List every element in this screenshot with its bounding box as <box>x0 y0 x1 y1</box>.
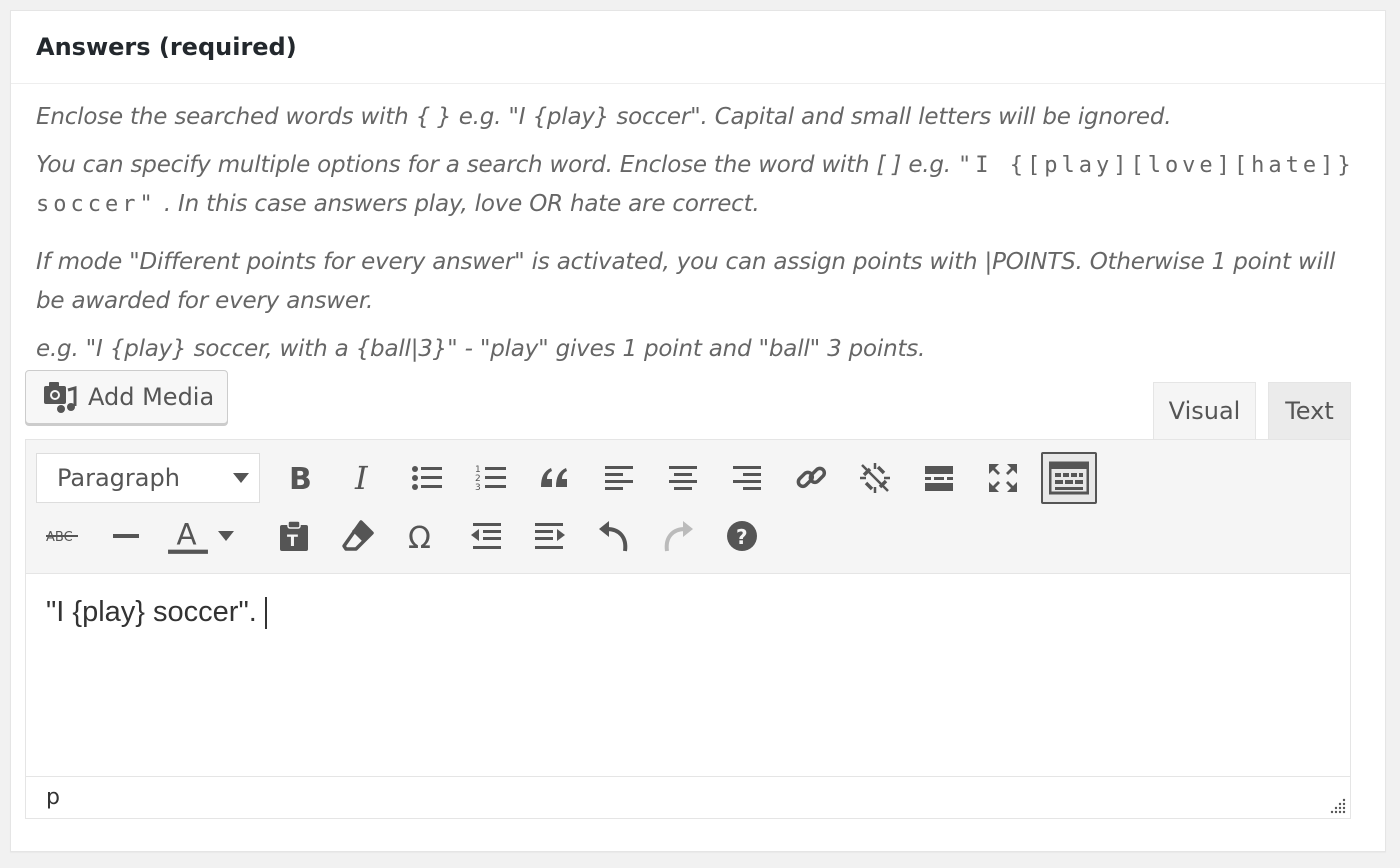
blockquote-icon <box>541 468 567 487</box>
postbox-header: Answers (required) <box>11 11 1385 84</box>
read-more-icon <box>925 466 953 491</box>
bullet-list-button[interactable] <box>401 452 453 504</box>
horizontal-line-button[interactable] <box>100 510 152 562</box>
description-line-2-post: . In this case answers play, love OR hat… <box>156 191 760 217</box>
svg-text:?: ? <box>736 525 748 549</box>
clear-formatting-button[interactable] <box>332 510 384 562</box>
undo-button[interactable] <box>588 510 640 562</box>
undo-icon <box>599 521 628 552</box>
text-cursor <box>264 597 267 630</box>
fullscreen-button[interactable] <box>977 452 1029 504</box>
help-button[interactable]: ? <box>716 510 768 562</box>
editor-toolbar: Paragraph B I 1 2 3 ABC A T Ω ? <box>26 440 1350 574</box>
redo-icon <box>664 521 693 552</box>
special-character-icon: Ω <box>408 521 431 553</box>
editor-tools: Add Media Visual Text <box>25 370 1351 440</box>
read-more-button[interactable] <box>913 452 965 504</box>
clear-formatting-icon <box>342 520 374 551</box>
italic-icon: I <box>354 461 369 495</box>
align-center-button[interactable] <box>657 452 709 504</box>
text-color-icon: A <box>168 517 208 554</box>
element-path[interactable]: p <box>46 785 60 810</box>
description-line-3: If mode "Different points for every answ… <box>36 249 1336 314</box>
svg-text:B: B <box>289 462 312 495</box>
editor-content-area[interactable]: "I {play} soccer". <box>26 574 1350 775</box>
description-line-1: Enclose the searched words with { } e.g.… <box>36 104 1172 130</box>
text-color-button[interactable]: A <box>164 510 212 562</box>
svg-text:3: 3 <box>475 483 481 493</box>
bold-icon: B <box>289 462 312 495</box>
outdent-icon <box>471 523 501 549</box>
tab-visual[interactable]: Visual <box>1153 382 1256 440</box>
description-line-2: You can specify multiple options for a s… <box>36 146 1360 224</box>
align-center-icon <box>669 466 697 490</box>
add-media-icon <box>44 382 77 413</box>
special-character-button[interactable]: Ω <box>396 510 448 562</box>
toolbar-toggle-button[interactable] <box>1041 452 1097 504</box>
insert-link-button[interactable] <box>785 452 837 504</box>
postbox-inside: Enclose the searched words with { } e.g.… <box>11 98 1385 369</box>
svg-text:ABC: ABC <box>46 530 73 545</box>
chevron-down-icon <box>233 473 249 483</box>
svg-text:Ω: Ω <box>408 521 431 553</box>
editor-container: Paragraph B I 1 2 3 ABC A T Ω ? "I {play… <box>25 439 1351 819</box>
redo-button[interactable] <box>652 510 704 562</box>
tab-text[interactable]: Text <box>1268 382 1351 440</box>
editor-statusbar: p <box>26 776 1350 818</box>
resize-handle-icon[interactable] <box>1328 796 1346 814</box>
numbered-list-icon: 1 2 3 <box>475 465 506 493</box>
link-icon <box>796 466 827 489</box>
bullet-list-icon <box>412 466 442 490</box>
svg-text:I: I <box>354 461 369 495</box>
toolbar-row-2: ABC A T Ω ? <box>36 510 780 562</box>
strikethrough-icon: ABC <box>46 530 78 545</box>
align-left-icon <box>605 466 633 490</box>
blockquote-button[interactable] <box>529 452 581 504</box>
help-icon: ? <box>727 521 757 551</box>
paste-text-icon: T <box>280 520 308 551</box>
align-left-button[interactable] <box>593 452 645 504</box>
postbox-title: Answers (required) <box>36 33 297 61</box>
align-right-icon <box>733 466 761 490</box>
remove-link-button[interactable] <box>849 452 901 504</box>
indent-icon <box>535 523 565 549</box>
italic-button[interactable]: I <box>337 452 389 504</box>
toolbar-row-1: Paragraph B I 1 2 3 <box>36 452 1109 504</box>
format-select[interactable]: Paragraph <box>36 453 260 503</box>
outdent-button[interactable] <box>460 510 512 562</box>
numbered-list-button[interactable]: 1 2 3 <box>465 452 517 504</box>
description-line-4: e.g. "I {play} soccer, with a {ball|3}" … <box>36 336 926 362</box>
unlink-icon <box>860 463 890 493</box>
editor-content-text: "I {play} soccer". <box>46 596 257 628</box>
horizontal-line-icon <box>113 534 139 538</box>
bold-button[interactable]: B <box>273 452 325 504</box>
svg-text:A: A <box>176 517 196 551</box>
text-color-dropdown[interactable] <box>212 510 240 562</box>
format-select-value: Paragraph <box>57 464 180 492</box>
indent-button[interactable] <box>524 510 576 562</box>
description-line-2-pre: You can specify multiple options for a s… <box>36 152 958 178</box>
strikethrough-button[interactable]: ABC <box>36 510 88 562</box>
fullscreen-icon <box>989 464 1017 492</box>
chevron-down-icon <box>218 531 234 541</box>
add-media-label: Add Media <box>88 383 215 411</box>
svg-text:T: T <box>287 531 298 550</box>
add-media-button[interactable]: Add Media <box>25 370 228 424</box>
paste-as-text-button[interactable]: T <box>268 510 320 562</box>
align-right-button[interactable] <box>721 452 773 504</box>
toolbar-toggle-icon <box>1049 461 1089 495</box>
